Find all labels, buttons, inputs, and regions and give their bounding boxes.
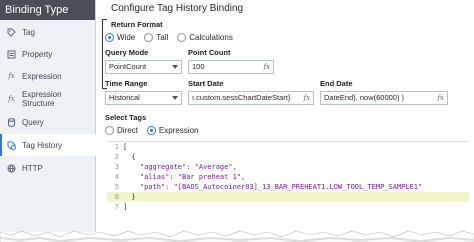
code-line: 2 { bbox=[114, 153, 136, 161]
end-date-label: End Date bbox=[320, 79, 353, 88]
radio-expression[interactable]: Expression bbox=[146, 126, 198, 135]
binding-type-sidebar: Binding Type Tag Property fx Expression … bbox=[0, 0, 96, 232]
radio-button[interactable] bbox=[144, 33, 154, 42]
chevron-down-icon bbox=[172, 96, 178, 100]
tag-expression-editor[interactable]: 1[ 2 { 3 "aggregate": "Average", 4 "alia… bbox=[107, 141, 469, 218]
sidebar-item-label: Expression Structure bbox=[21, 90, 62, 108]
code-line: 4 "alias": "Bar preheat 1", bbox=[114, 173, 246, 181]
sidebar-item-expression-structure[interactable]: fx Expression Structure bbox=[0, 88, 96, 110]
code-line-highlighted: 6 } bbox=[107, 192, 469, 202]
radio-button-selected[interactable] bbox=[105, 33, 114, 42]
start-date-label: Start Date bbox=[188, 79, 224, 88]
sidebar-item-tag[interactable]: Tag bbox=[0, 21, 96, 43]
property-icon bbox=[7, 50, 16, 59]
radio-button[interactable] bbox=[177, 33, 187, 42]
point-count-input[interactable]: 100 fx bbox=[188, 60, 274, 74]
radio-tall[interactable]: Tall bbox=[144, 33, 168, 42]
fx-icon: fx bbox=[8, 95, 15, 103]
select-tags-options: Direct Expression bbox=[105, 126, 207, 135]
time-range-label: Time Range bbox=[105, 79, 148, 88]
select-tags-label: Select Tags bbox=[105, 113, 147, 122]
code-line: 1[ bbox=[114, 143, 128, 151]
tag-history-icon bbox=[7, 141, 16, 150]
sidebar-item-tag-history[interactable]: Tag History bbox=[0, 134, 96, 156]
sidebar-item-label: Tag History bbox=[22, 140, 63, 150]
return-format-options: Wide Tall Calculations bbox=[105, 33, 242, 42]
end-date-input[interactable]: DateEnd}, now(60000) ) fx bbox=[320, 91, 448, 105]
code-line: 5 "path": "[BAOS_Autocoiner03]_13_BAR_PR… bbox=[114, 183, 423, 191]
time-range-select[interactable]: Historical bbox=[105, 91, 182, 105]
chevron-down-icon bbox=[172, 65, 178, 69]
sidebar-item-label: Property bbox=[22, 49, 53, 59]
sidebar-item-label: Query bbox=[22, 117, 44, 127]
start-date-input[interactable]: ı.custom.sessChartDateStart} fx bbox=[188, 91, 314, 105]
radio-calculations[interactable]: Calculations bbox=[177, 33, 233, 42]
sidebar-item-label: HTTP bbox=[22, 163, 43, 173]
query-mode-label: Query Mode bbox=[105, 48, 149, 57]
sidebar-item-label: Tag bbox=[22, 27, 35, 37]
fx-icon[interactable]: fx bbox=[303, 92, 310, 104]
return-format-label: Return Format bbox=[111, 20, 163, 29]
fx-icon: fx bbox=[8, 72, 15, 80]
database-icon bbox=[7, 117, 16, 127]
sidebar-item-http[interactable]: HTTP bbox=[0, 157, 96, 179]
tag-icon bbox=[7, 28, 16, 37]
sidebar-item-property[interactable]: Property bbox=[0, 43, 96, 65]
http-icon bbox=[7, 164, 16, 173]
query-mode-select[interactable]: PointCount bbox=[105, 60, 182, 74]
radio-button-selected[interactable] bbox=[146, 126, 156, 135]
radio-direct[interactable]: Direct bbox=[105, 126, 138, 135]
fx-icon[interactable]: fx bbox=[263, 61, 270, 73]
radio-wide[interactable]: Wide bbox=[105, 33, 135, 42]
tag-history-config-panel: Configure Tag History Binding Return For… bbox=[97, 0, 474, 232]
code-line: 7] bbox=[114, 203, 128, 211]
point-count-label: Point Count bbox=[188, 48, 231, 57]
torn-edge-decoration bbox=[0, 230, 474, 242]
page-title: Configure Tag History Binding bbox=[111, 3, 244, 14]
code-line: 3 "aggregate": "Average", bbox=[114, 163, 237, 171]
sidebar-item-label: Expression bbox=[22, 71, 62, 81]
radio-button[interactable] bbox=[105, 126, 114, 135]
fx-icon[interactable]: fx bbox=[437, 92, 444, 104]
sidebar-item-query[interactable]: Query bbox=[0, 111, 96, 133]
sidebar-item-expression[interactable]: fx Expression bbox=[0, 65, 96, 87]
sidebar-header: Binding Type bbox=[0, 0, 95, 20]
